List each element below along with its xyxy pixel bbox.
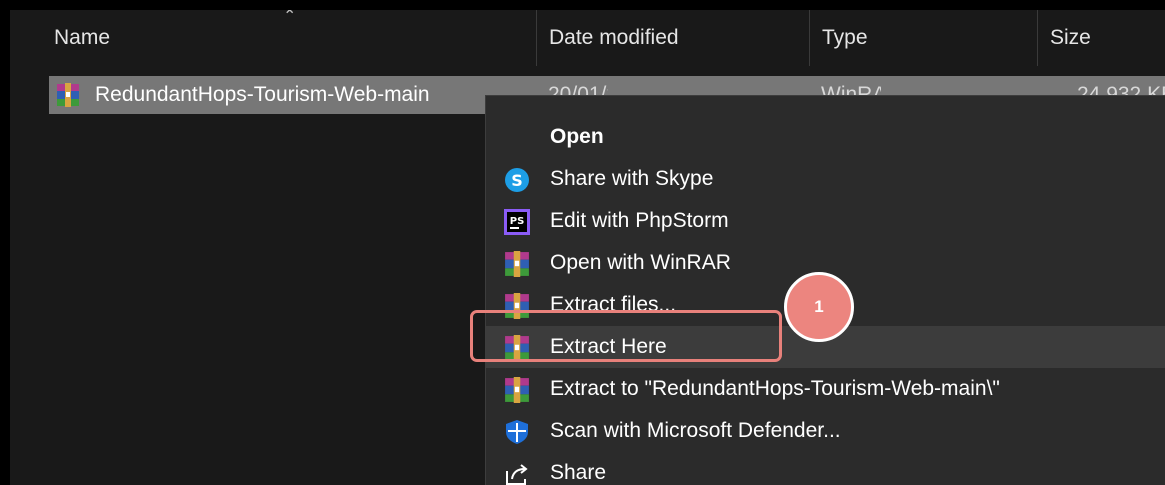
menu-item-open[interactable]: Open: [486, 116, 1165, 158]
menu-item-label: Open: [550, 125, 604, 148]
winrar-archive-icon: [57, 83, 79, 107]
annotation-highlight-box: [470, 310, 782, 362]
menu-item-label: Share with Skype: [550, 167, 714, 190]
menu-item-label: Edit with PhpStorm: [550, 209, 729, 232]
menu-item-share-with-skype[interactable]: S Share with Skype: [486, 158, 1165, 200]
menu-item-label: Open with WinRAR: [550, 251, 731, 274]
sort-chevron-icon: ⌃: [283, 10, 297, 25]
svg-text:PS: PS: [510, 216, 525, 227]
menu-item-share[interactable]: Share: [486, 452, 1165, 485]
column-header-type[interactable]: Type: [822, 10, 868, 66]
file-explorer-window: ⌃ Name Date modified Type Size Redundant…: [10, 10, 1165, 485]
menu-item-scan-with-defender[interactable]: Scan with Microsoft Defender...: [486, 410, 1165, 452]
share-icon: [506, 464, 528, 485]
skype-icon: S: [505, 168, 529, 192]
column-divider[interactable]: [809, 10, 810, 66]
step-number-badge: 1: [784, 272, 854, 342]
file-name: RedundantHops-Tourism-Web-main: [95, 83, 430, 106]
column-header-name[interactable]: Name: [54, 10, 110, 66]
column-header-date-modified[interactable]: Date modified: [549, 10, 679, 66]
menu-item-extract-to-folder[interactable]: Extract to "RedundantHops-Tourism-Web-ma…: [486, 368, 1165, 410]
winrar-icon: [505, 377, 529, 403]
defender-shield-icon: [506, 420, 528, 444]
phpstorm-icon: PS: [504, 209, 530, 235]
column-header-size[interactable]: Size: [1050, 10, 1091, 66]
winrar-icon: [505, 251, 529, 277]
menu-item-edit-with-phpstorm[interactable]: PS Edit with PhpStorm: [486, 200, 1165, 242]
menu-item-label: Share: [550, 461, 607, 484]
svg-text:S: S: [511, 171, 523, 190]
menu-item-label: Scan with Microsoft Defender...: [550, 419, 841, 442]
column-divider[interactable]: [536, 10, 537, 66]
column-divider[interactable]: [1037, 10, 1038, 66]
menu-item-label: Extract to "RedundantHops-Tourism-Web-ma…: [550, 377, 1000, 400]
column-header-bar: ⌃ Name Date modified Type Size: [10, 10, 1165, 66]
